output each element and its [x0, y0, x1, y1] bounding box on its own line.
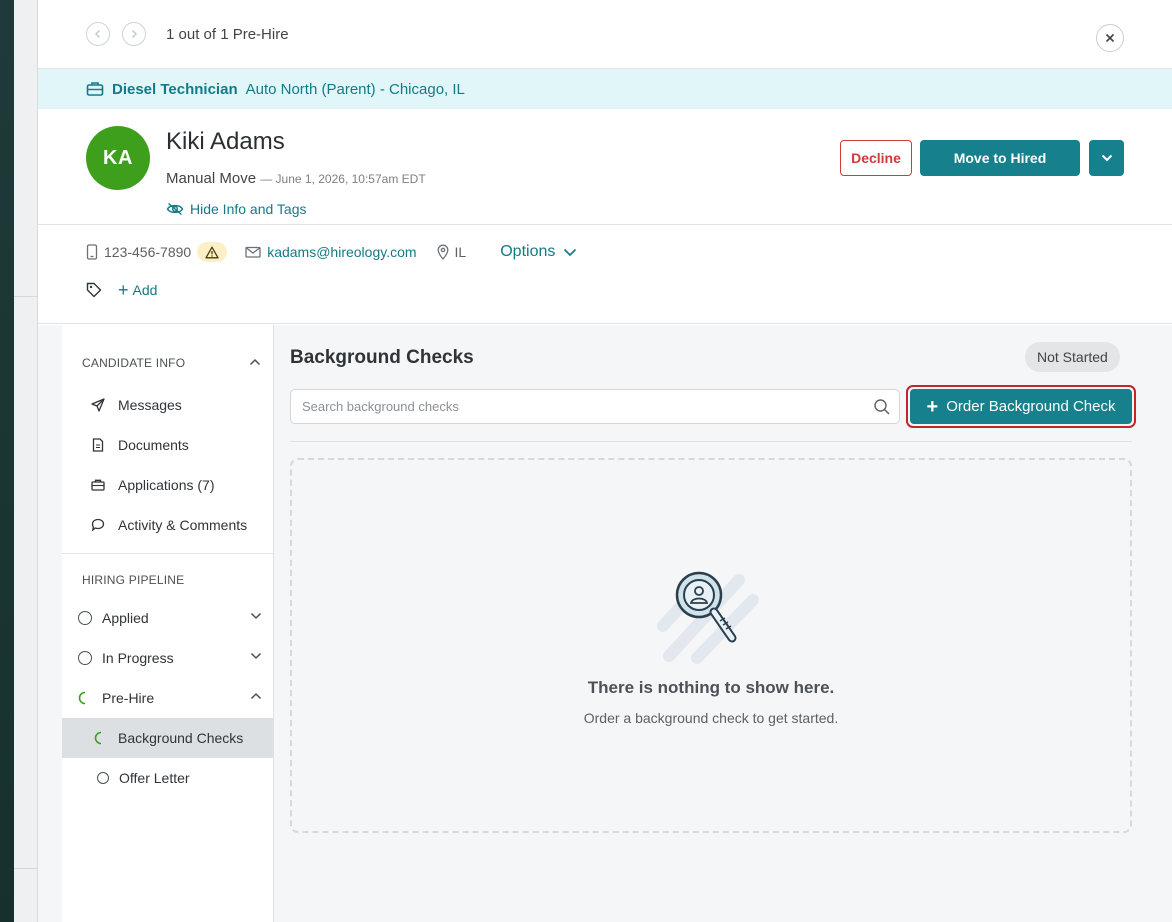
magnifier-illustration-icon	[657, 571, 759, 664]
job-banner: Diesel Technician Auto North (Parent) - …	[38, 69, 1172, 109]
move-date: — June 1, 2026, 10:57am EDT	[260, 172, 426, 186]
hide-info-toggle[interactable]: Hide Info and Tags	[166, 201, 307, 217]
pipeline-step-offer-letter[interactable]: Offer Letter	[97, 768, 267, 788]
pipeline-stage-label: In Progress	[102, 650, 174, 666]
sidebar-item-label: Applications (7)	[118, 477, 215, 493]
chevron-down-icon	[250, 612, 262, 620]
panel-body: CANDIDATE INFO Messages Documents Applic…	[38, 325, 1172, 922]
pipeline-stage-applied[interactable]: Applied	[78, 608, 262, 628]
sidebar-item-label: Messages	[118, 397, 182, 413]
chevron-up-icon	[250, 692, 262, 700]
phone-number[interactable]: 123-456-7890	[104, 244, 191, 260]
avatar: KA	[86, 126, 150, 190]
empty-subtitle: Order a background check to get started.	[583, 710, 839, 726]
search-icon[interactable]	[873, 398, 891, 416]
candidate-state: IL	[454, 244, 467, 260]
comment-icon	[90, 518, 106, 532]
contact-row: 123-456-7890 kadams@hireology.com IL Opt…	[86, 241, 577, 263]
chevron-up-icon[interactable]	[249, 358, 261, 366]
divider	[290, 441, 1132, 442]
order-button-label: Order Background Check	[946, 398, 1116, 415]
chevron-down-icon	[1101, 154, 1112, 162]
stage-in-progress-icon	[94, 731, 102, 745]
plus-icon: +	[926, 395, 939, 418]
pipeline-step-label: Background Checks	[118, 730, 244, 746]
close-icon	[1105, 33, 1115, 43]
stage-open-icon	[78, 651, 92, 665]
search-input[interactable]	[302, 399, 899, 414]
options-label: Options	[500, 243, 556, 260]
tags-row: + Add	[86, 281, 157, 299]
add-tag-button[interactable]: + Add	[118, 281, 157, 299]
hiring-pipeline-header: HIRING PIPELINE	[82, 573, 185, 587]
send-icon	[90, 398, 106, 412]
page-title: Background Checks	[290, 347, 474, 368]
warning-icon	[197, 242, 228, 262]
sidebar-item-applications[interactable]: Applications (7)	[90, 475, 215, 495]
candidate-header: KA Kiki Adams Manual Move — June 1, 2026…	[38, 109, 1172, 225]
more-actions-button[interactable]	[1089, 140, 1124, 176]
candidate-panel: 1 out of 1 Pre-Hire Diesel Technician Au…	[38, 0, 1172, 922]
background-app-edge	[0, 0, 14, 922]
candidate-info-header: CANDIDATE INFO	[82, 356, 186, 370]
pipeline-step-background-checks[interactable]: Background Checks	[94, 728, 264, 748]
options-dropdown[interactable]: Options	[500, 243, 577, 261]
sidebar-item-label: Activity & Comments	[118, 517, 248, 533]
background-app-sidebar	[14, 0, 38, 922]
pager-bar: 1 out of 1 Pre-Hire	[38, 0, 1172, 69]
stage-in-progress-icon	[78, 691, 86, 705]
chevron-down-icon	[250, 652, 262, 660]
stage-open-icon	[97, 772, 109, 784]
job-location: Auto North (Parent) - Chicago, IL	[245, 80, 465, 98]
add-tag-label: Add	[132, 282, 158, 298]
job-title-link[interactable]: Diesel Technician	[112, 81, 238, 98]
pipeline-stage-label: Pre-Hire	[102, 690, 155, 706]
close-button[interactable]	[1096, 24, 1124, 52]
empty-title: There is nothing to show here.	[587, 678, 835, 697]
move-type: Manual Move	[166, 170, 257, 187]
phone-icon	[86, 244, 98, 260]
document-icon	[90, 438, 106, 452]
email-link[interactable]: kadams@hireology.com	[267, 244, 416, 260]
location-pin-icon	[437, 244, 449, 260]
chevron-right-icon	[131, 29, 138, 39]
pager-text: 1 out of 1 Pre-Hire	[166, 25, 289, 43]
main-content: Background Checks Not Started + Order Ba…	[274, 325, 1172, 922]
briefcase-icon	[86, 82, 104, 96]
eye-off-icon	[166, 202, 184, 216]
plus-icon: +	[118, 280, 129, 300]
order-background-check-button[interactable]: + Order Background Check	[910, 389, 1132, 424]
sidebar-item-activity[interactable]: Activity & Comments	[90, 515, 247, 535]
tag-icon	[86, 282, 102, 298]
briefcase-icon	[90, 479, 106, 491]
decline-button[interactable]: Decline	[840, 140, 912, 176]
sidebar-item-documents[interactable]: Documents	[90, 435, 189, 455]
empty-state: There is nothing to show here. Order a b…	[290, 458, 1132, 833]
sidebar: CANDIDATE INFO Messages Documents Applic…	[62, 325, 274, 922]
search-box[interactable]	[290, 389, 900, 424]
stage-open-icon	[78, 611, 92, 625]
mail-icon	[245, 246, 261, 258]
previous-button[interactable]	[86, 22, 110, 46]
hide-info-label: Hide Info and Tags	[190, 201, 307, 217]
move-to-hired-button[interactable]: Move to Hired	[920, 140, 1080, 176]
pipeline-stage-label: Applied	[102, 610, 149, 626]
sidebar-item-messages[interactable]: Messages	[90, 395, 182, 415]
chevron-down-icon	[564, 248, 577, 256]
sidebar-divider	[62, 553, 273, 554]
sidebar-item-label: Documents	[118, 437, 189, 453]
pipeline-step-label: Offer Letter	[119, 770, 190, 786]
pipeline-stage-in-progress[interactable]: In Progress	[78, 648, 262, 668]
pipeline-stage-pre-hire[interactable]: Pre-Hire	[78, 688, 262, 708]
chevron-left-icon	[94, 29, 101, 39]
move-info: Manual Move — June 1, 2026, 10:57am EDT	[166, 170, 426, 187]
next-button[interactable]	[122, 22, 146, 46]
order-button-focus-ring: + Order Background Check	[906, 385, 1136, 428]
status-badge: Not Started	[1025, 342, 1120, 372]
candidate-name: Kiki Adams	[166, 128, 285, 155]
contact-section: 123-456-7890 kadams@hireology.com IL Opt…	[38, 225, 1172, 324]
